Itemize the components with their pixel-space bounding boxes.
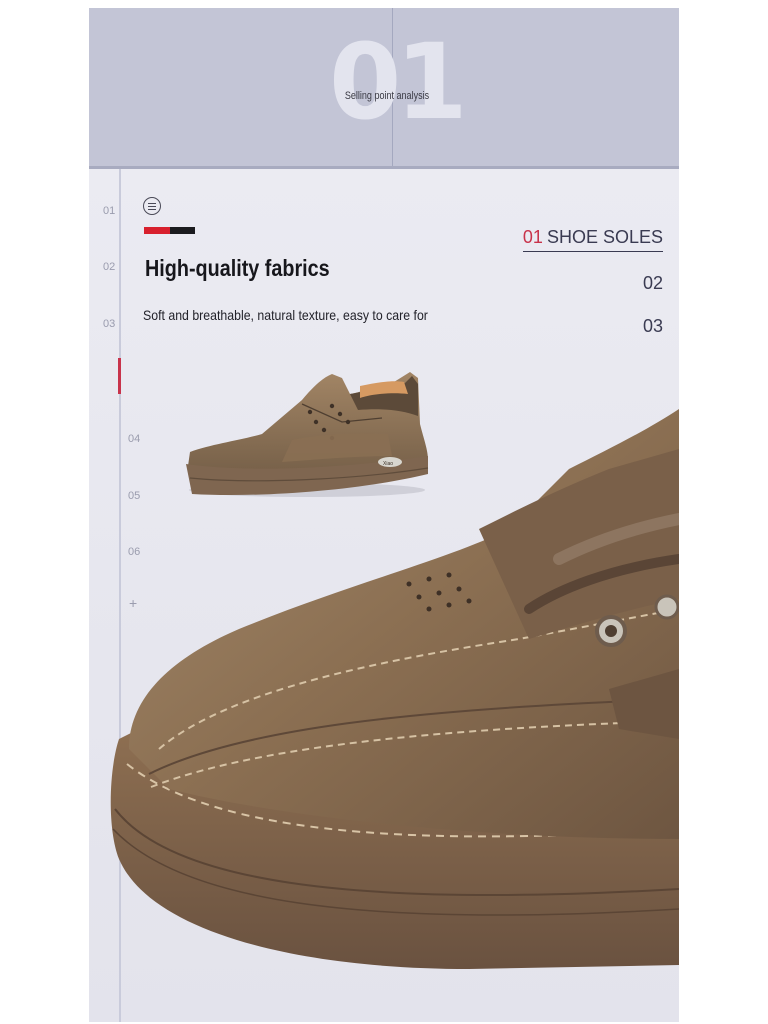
sidebar-item-02[interactable]: 02 <box>103 261 115 273</box>
section-number: 01 <box>329 21 468 143</box>
product-detail-page: 01 Selling point analysis 01 02 03 04 05… <box>89 8 679 1022</box>
feature-title: High-quality fabrics <box>145 255 330 281</box>
nav-active-label: SHOE SOLES <box>546 227 663 247</box>
nav-item-active[interactable]: 01 SHOE SOLES <box>522 227 663 252</box>
accent-bar-black <box>170 227 195 234</box>
feature-section: 01 02 03 04 05 06 + High-quality fabrics… <box>89 169 679 1022</box>
sidebar-item-01[interactable]: 01 <box>103 205 115 217</box>
feature-description: Soft and breathable, natural texture, ea… <box>143 307 428 323</box>
nav-active-number: 01 <box>522 227 543 247</box>
accent-bar-red <box>144 227 170 234</box>
nav-item-02[interactable]: 02 <box>643 273 663 294</box>
sidebar-active-indicator <box>118 358 121 394</box>
nav-item-03[interactable]: 03 <box>643 316 663 337</box>
sidebar-item-03[interactable]: 03 <box>103 318 115 330</box>
shoe-closeup-image <box>110 409 679 969</box>
menu-icon[interactable] <box>143 197 161 215</box>
header-band: 01 Selling point analysis <box>89 8 679 168</box>
section-subtitle: Selling point analysis <box>344 90 430 102</box>
